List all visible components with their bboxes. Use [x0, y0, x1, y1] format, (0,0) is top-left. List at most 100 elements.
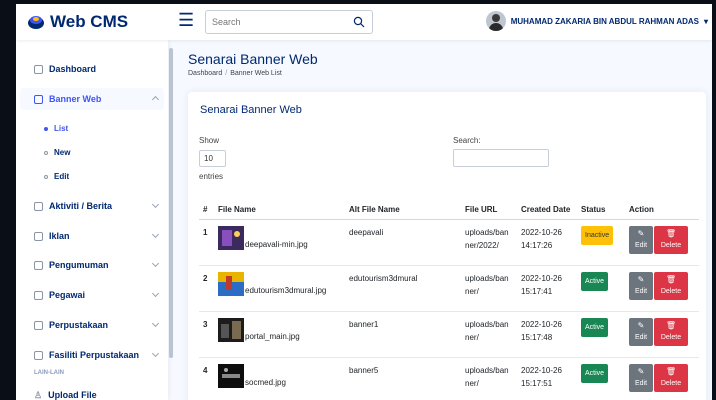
sidebar-item-fasiliti[interactable]: Fasiliti Perpustakaan: [20, 344, 164, 366]
grid-icon: [34, 64, 43, 74]
file-cell: socmed.jpg: [214, 357, 345, 400]
page-title: Senarai Banner Web: [188, 51, 318, 67]
sidebar-item-perpustakaan[interactable]: Perpustakaan: [20, 314, 164, 336]
edit-button[interactable]: ✎ Edit: [629, 271, 653, 300]
sidebar-item-label: Fasiliti Perpustakaan: [49, 350, 140, 360]
sidebar-subitem-list[interactable]: List: [44, 124, 68, 133]
edit-button[interactable]: ✎ Edit: [629, 363, 653, 392]
sidebar-item-label: Banner Web: [49, 94, 102, 104]
action-cell: ✎ Edit 🗑 Delete: [625, 311, 699, 358]
trash-icon: 🗑: [665, 274, 677, 284]
table-row: 4 socmed.jpg banner5 uploads/banner/ 202…: [199, 357, 699, 400]
list-icon: [34, 290, 43, 300]
show-label: Show: [199, 136, 220, 145]
breadcrumb: Dashboard / Banner Web List: [188, 70, 282, 77]
banner-list-card: Senarai Banner Web Show 10 entries Searc…: [188, 92, 706, 400]
banner-thumbnail: [218, 225, 244, 250]
breadcrumb-current: Banner Web List: [230, 70, 282, 77]
menu-toggle-icon[interactable]: ☰: [178, 10, 194, 31]
created-date: 2022-10-26 14:17:26: [517, 219, 577, 266]
user-name: MUHAMAD ZAKARIA BIN ABDUL RAHMAN ADAS: [510, 16, 699, 26]
sidebar-item-label: Aktiviti / Berita: [49, 201, 113, 211]
sidebar-item-pengumuman[interactable]: Pengumuman: [20, 254, 164, 276]
logo-icon: [28, 16, 44, 29]
created-date: 2022-10-26 15:17:51: [517, 357, 577, 400]
created-date: 2022-10-26 15:17:41: [517, 265, 577, 312]
file-name: portal_main.jpg: [245, 331, 300, 341]
col-header[interactable]: #: [199, 185, 214, 220]
chevron-down-icon: [151, 349, 160, 358]
delete-button[interactable]: 🗑 Delete: [654, 363, 688, 392]
edit-button[interactable]: ✎ Edit: [629, 225, 653, 254]
chevron-down-icon: [151, 259, 160, 268]
sidebar-item-aktiviti[interactable]: Aktiviti / Berita: [20, 195, 164, 217]
table-row: 2 edutourism3dmural.jpg edutourism3dmura…: [199, 265, 699, 312]
table-row: 1 deepavali-min.jpg deepavali uploads/ba…: [199, 219, 699, 266]
circle-icon: [44, 174, 48, 179]
chevron-down-icon: [151, 200, 160, 209]
file-url: uploads/banner/: [461, 357, 517, 400]
person-icon: ♙: [34, 389, 43, 400]
delete-button[interactable]: 🗑 Delete: [654, 271, 688, 300]
chevron-down-icon: [151, 319, 160, 328]
search-icon[interactable]: [353, 16, 365, 28]
sidebar-scrollbar[interactable]: [169, 48, 173, 358]
col-header[interactable]: File URL: [461, 185, 517, 220]
status-cell: Active: [577, 311, 625, 358]
sidebar-item-dashboard[interactable]: Dashboard: [20, 58, 164, 80]
table-header-row: # File Name Alt File Name File URL Creat…: [199, 185, 699, 220]
status-cell: Active: [577, 357, 625, 400]
action-cell: ✎ Edit 🗑 Delete: [625, 265, 699, 312]
banner-table: # File Name Alt File Name File URL Creat…: [199, 185, 699, 400]
table-search-input[interactable]: [453, 149, 549, 167]
col-header[interactable]: Created Date: [517, 185, 577, 220]
file-cell: edutourism3dmural.jpg: [214, 265, 345, 312]
chevron-down-icon: ▾: [703, 16, 708, 26]
list-icon: [34, 231, 43, 241]
sidebar-item-pegawai[interactable]: Pegawai: [20, 284, 164, 306]
breadcrumb-dashboard[interactable]: Dashboard: [188, 70, 222, 77]
file-url: uploads/banner/: [461, 265, 517, 312]
file-cell: deepavali-min.jpg: [214, 219, 345, 266]
sidebar-item-label: Perpustakaan: [49, 320, 109, 330]
list-icon: [34, 320, 43, 330]
entries-select[interactable]: 10: [199, 150, 226, 167]
col-header[interactable]: Status: [577, 185, 625, 220]
alt-file-name: banner5: [345, 357, 461, 400]
sidebar-item-label: Pegawai: [49, 290, 86, 300]
top-header: Web CMS ☰ MUHAMAD ZAKARIA BIN ABDUL RAHM…: [16, 4, 712, 40]
sidebar-subitem-new[interactable]: New: [44, 148, 70, 157]
row-number: 4: [199, 357, 214, 400]
sidebar-item-upload-file[interactable]: ♙ Upload File: [20, 384, 164, 400]
status-badge: Active: [581, 363, 609, 383]
logo[interactable]: Web CMS: [26, 12, 128, 32]
pencil-icon: ✎: [637, 228, 645, 238]
table-search-label: Search:: [453, 136, 481, 145]
sidebar-item-banner-web[interactable]: Banner Web: [20, 88, 164, 110]
delete-button[interactable]: 🗑 Delete: [654, 317, 688, 346]
edit-button[interactable]: ✎ Edit: [629, 317, 653, 346]
col-header: Action: [625, 185, 699, 220]
sidebar-subitem-edit[interactable]: Edit: [44, 172, 69, 181]
chevron-down-icon: [151, 230, 160, 239]
col-header[interactable]: File Name: [214, 185, 345, 220]
user-menu[interactable]: MUHAMAD ZAKARIA BIN ABDUL RAHMAN ADAS ▾: [485, 11, 708, 31]
created-date: 2022-10-26 15:17:48: [517, 311, 577, 358]
row-number: 1: [199, 219, 214, 266]
list-icon: [34, 350, 43, 360]
action-cell: ✎ Edit 🗑 Delete: [625, 357, 699, 400]
delete-button[interactable]: 🗑 Delete: [654, 225, 688, 254]
table-row: 3 portal_main.jpg banner1 uploads/banner…: [199, 311, 699, 358]
row-number: 3: [199, 311, 214, 358]
col-header[interactable]: Alt File Name: [345, 185, 461, 220]
search-input[interactable]: [206, 11, 346, 33]
list-icon: [34, 94, 43, 104]
sidebar: Dashboard Banner Web List New Edit Aktiv…: [16, 40, 168, 400]
sidebar-item-iklan[interactable]: Iklan: [20, 225, 164, 247]
trash-icon: 🗑: [665, 366, 677, 376]
pencil-icon: ✎: [637, 366, 645, 376]
alt-file-name: edutourism3dmural: [345, 265, 461, 312]
file-name: deepavali-min.jpg: [245, 239, 308, 249]
file-name: edutourism3dmural.jpg: [245, 285, 327, 295]
app-frame: Web CMS ☰ MUHAMAD ZAKARIA BIN ABDUL RAHM…: [16, 4, 712, 400]
